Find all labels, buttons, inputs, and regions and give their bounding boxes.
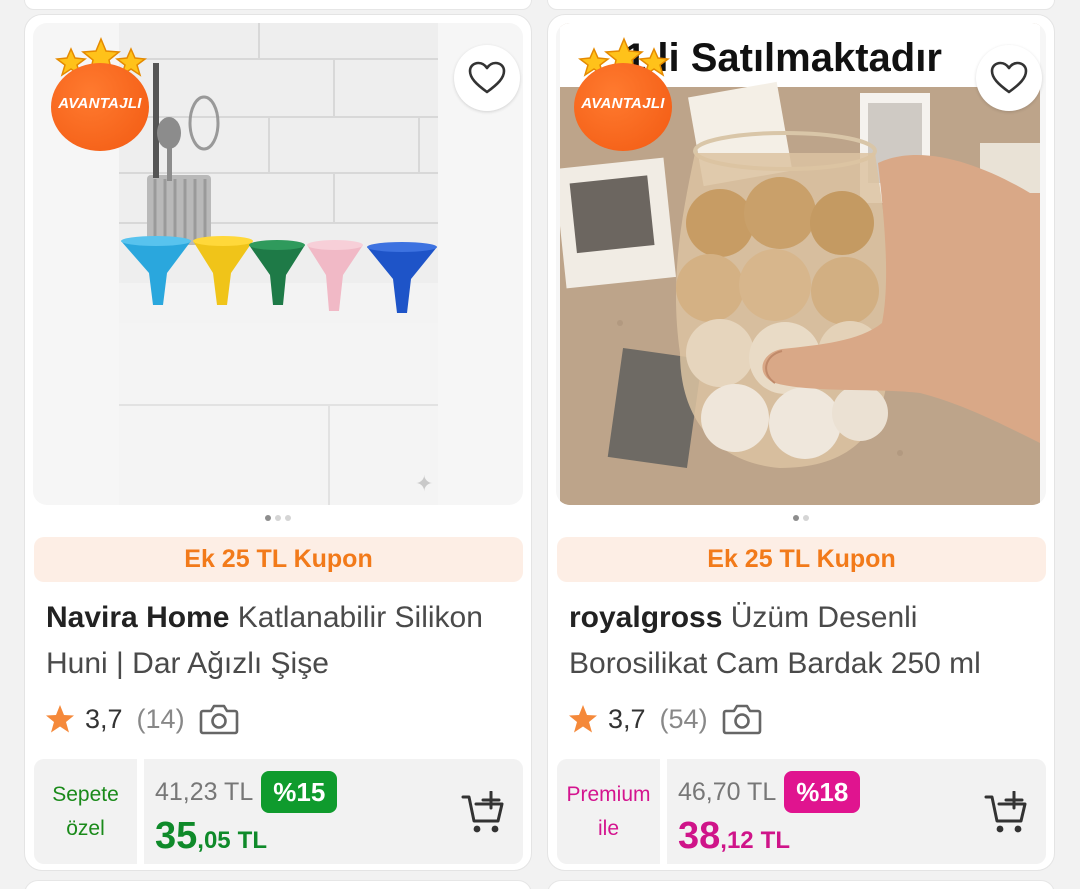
old-price-row: 46,70 TL %18 (678, 771, 861, 813)
new-price-main: 38 (678, 815, 721, 857)
divider (137, 759, 144, 864)
rating-score: 3,7 (608, 703, 646, 734)
badge-label: AVANTAJLI (58, 95, 142, 112)
price-label-line1: Sepete (52, 782, 119, 806)
advantage-badge: AVANTAJLI (572, 37, 676, 151)
favorite-button[interactable] (976, 45, 1042, 111)
heart-outline-icon (468, 61, 506, 94)
discount-badge: %15 (261, 771, 338, 813)
new-price-main: 35 (155, 815, 198, 857)
discount-badge: %18 (784, 771, 861, 813)
carousel-dot[interactable] (803, 515, 809, 521)
rating-row[interactable]: 3,7 (54) (568, 701, 762, 737)
price-box[interactable]: Sepete özel 41,23 TL %15 35 ,05 TL (34, 759, 523, 864)
product-title[interactable]: Navira Home Katlanabilir Silikon Huni | … (46, 595, 516, 687)
review-count: (54) (659, 703, 708, 734)
rating-score: 3,7 (85, 703, 123, 734)
product-image-carousel[interactable]: 1 li Satılmaktadır AVANTAJLI (556, 23, 1046, 505)
badge-label: AVANTAJLI (581, 95, 665, 112)
price-box[interactable]: Premium ile 46,70 TL %18 38 ,12 TL (557, 759, 1046, 864)
previous-card-edge (547, 0, 1055, 10)
price-label-line2: özel (66, 816, 105, 840)
add-to-cart-icon[interactable] (461, 791, 507, 835)
product-image-carousel[interactable]: ✦ AVANTAJLI (33, 23, 523, 505)
product-image[interactable]: ✦ (119, 23, 438, 505)
price-label: Premium ile (557, 759, 660, 864)
new-price-decimal: ,05 (197, 827, 231, 854)
camera-icon (722, 704, 761, 735)
carousel-dot[interactable] (275, 515, 281, 521)
carousel-dot[interactable] (793, 515, 799, 521)
old-price: 41,23 TL (155, 777, 254, 806)
price-label-line2: ile (597, 816, 619, 840)
price-label-line1: Premium (566, 782, 651, 806)
product-title[interactable]: royalgross Üzüm Desenli Borosilikat Cam … (569, 595, 1039, 687)
svg-text:✦: ✦ (415, 472, 433, 497)
old-price: 46,70 TL (678, 777, 777, 806)
new-price: 35 ,05 TL (155, 815, 267, 858)
new-price-currency: TL (237, 827, 267, 854)
next-card-edge (24, 880, 532, 889)
divider (660, 759, 667, 864)
carousel-dot[interactable] (265, 515, 271, 521)
product-brand: Navira Home (46, 601, 230, 634)
favorite-button[interactable] (454, 45, 520, 111)
price-label: Sepete özel (34, 759, 137, 864)
carousel-dots (25, 515, 531, 521)
coupon-text: Ek 25 TL Kupon (184, 545, 373, 573)
carousel-dots (548, 515, 1054, 521)
coupon-banner[interactable]: Ek 25 TL Kupon (557, 537, 1046, 582)
coupon-banner[interactable]: Ek 25 TL Kupon (34, 537, 523, 582)
star-icon (569, 705, 597, 733)
new-price-decimal: ,12 (720, 827, 754, 854)
rating-row[interactable]: 3,7 (14) (45, 701, 239, 737)
add-to-cart-icon[interactable] (984, 791, 1030, 835)
next-card-edge (547, 880, 1055, 889)
carousel-dot[interactable] (285, 515, 291, 521)
advantage-badge: AVANTAJLI (49, 37, 153, 151)
previous-card-edge (24, 0, 532, 10)
old-price-row: 41,23 TL %15 (155, 771, 338, 813)
product-card[interactable]: ✦ AVANTAJLI Ek 25 TL Kupon Navira Home K… (24, 14, 532, 871)
coupon-text: Ek 25 TL Kupon (707, 545, 896, 573)
new-price-currency: TL (760, 827, 790, 854)
product-brand: royalgross (569, 601, 723, 634)
new-price: 38 ,12 TL (678, 815, 790, 858)
star-icon (46, 705, 74, 733)
heart-outline-icon (990, 61, 1028, 94)
camera-icon (199, 704, 238, 735)
product-card[interactable]: 1 li Satılmaktadır AVANTAJLI Ek 25 TL Ku… (547, 14, 1055, 871)
review-count: (14) (136, 703, 185, 734)
